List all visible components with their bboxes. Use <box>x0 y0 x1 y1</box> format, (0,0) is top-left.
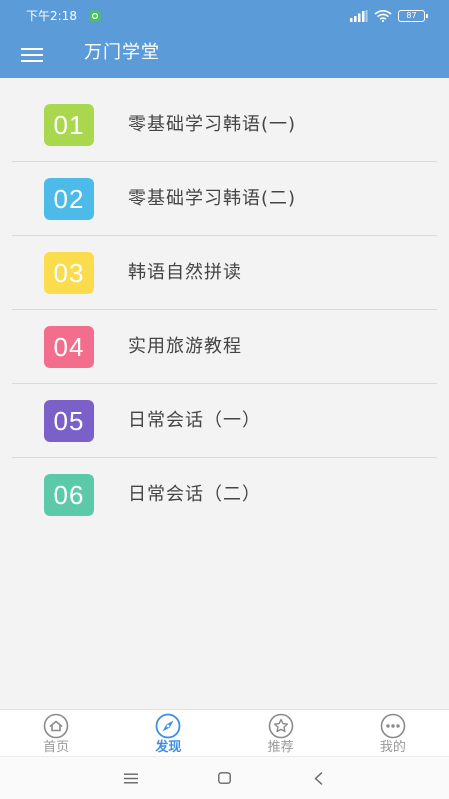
course-title: 韩语自然拼读 <box>128 262 242 283</box>
home-icon <box>43 713 69 739</box>
back-icon <box>314 771 322 785</box>
compass-icon <box>155 713 181 739</box>
course-number: 02 <box>53 184 85 214</box>
more-icon <box>380 713 406 739</box>
nav-label: 推荐 <box>267 740 294 755</box>
star-icon <box>268 713 293 739</box>
battery-icon: 87 <box>398 10 428 22</box>
bottom-nav: 首页 发现 推荐 我的 <box>0 709 449 756</box>
course-number-badge: 05 <box>44 400 94 442</box>
battery-level: 87 <box>406 11 417 20</box>
wifi-icon <box>374 10 392 22</box>
course-item[interactable]: 05 日常会话（一） <box>0 384 449 458</box>
nav-label: 我的 <box>379 740 406 755</box>
course-number-badge: 06 <box>44 474 94 516</box>
recent-apps-icon <box>124 773 138 783</box>
course-item[interactable]: 01 零基础学习韩语(一) <box>0 88 449 162</box>
status-bar: 下午2:18 87 <box>0 0 449 32</box>
nav-recommend[interactable]: 推荐 <box>225 710 337 756</box>
course-number-badge: 01 <box>44 104 94 146</box>
nav-label: 发现 <box>155 740 182 755</box>
system-nav-bar <box>0 756 449 799</box>
course-number: 04 <box>53 332 85 362</box>
course-list: 01 零基础学习韩语(一) 02 零基础学习韩语(二) 03 韩语自然拼读 04… <box>0 78 449 532</box>
nav-label: 首页 <box>43 740 70 755</box>
status-icons: 87 <box>350 9 428 23</box>
course-number: 06 <box>53 480 85 510</box>
course-title: 日常会话（一） <box>128 410 261 431</box>
course-item[interactable]: 03 韩语自然拼读 <box>0 236 449 310</box>
back-button[interactable] <box>306 767 330 789</box>
recent-apps-button[interactable] <box>119 767 143 789</box>
course-number: 05 <box>53 406 85 436</box>
course-title: 日常会话（二） <box>128 484 261 505</box>
course-item[interactable]: 06 日常会话（二） <box>0 458 449 532</box>
home-button-icon <box>217 772 231 784</box>
course-title: 零基础学习韩语(二) <box>128 188 297 209</box>
app-bar: 万门学堂 <box>0 32 449 78</box>
course-number: 03 <box>53 258 85 288</box>
page-title: 万门学堂 <box>84 42 160 63</box>
course-item[interactable]: 02 零基础学习韩语(二) <box>0 162 449 236</box>
course-number-badge: 04 <box>44 326 94 368</box>
system-home-button[interactable] <box>212 767 236 789</box>
nav-discover[interactable]: 发现 <box>112 710 224 756</box>
course-number-badge: 03 <box>44 252 94 294</box>
course-title: 实用旅游教程 <box>128 336 242 357</box>
notification-app-icon <box>89 10 101 22</box>
nav-home[interactable]: 首页 <box>0 710 112 756</box>
course-title: 零基础学习韩语(一) <box>128 114 297 135</box>
course-item[interactable]: 04 实用旅游教程 <box>0 310 449 384</box>
course-number-badge: 02 <box>44 178 94 220</box>
status-time: 下午2:18 <box>26 9 77 23</box>
hamburger-menu-icon <box>21 48 43 62</box>
menu-button[interactable] <box>16 41 48 69</box>
nav-mine[interactable]: 我的 <box>337 710 449 756</box>
course-number: 01 <box>53 110 85 140</box>
signal-icon <box>350 10 368 22</box>
